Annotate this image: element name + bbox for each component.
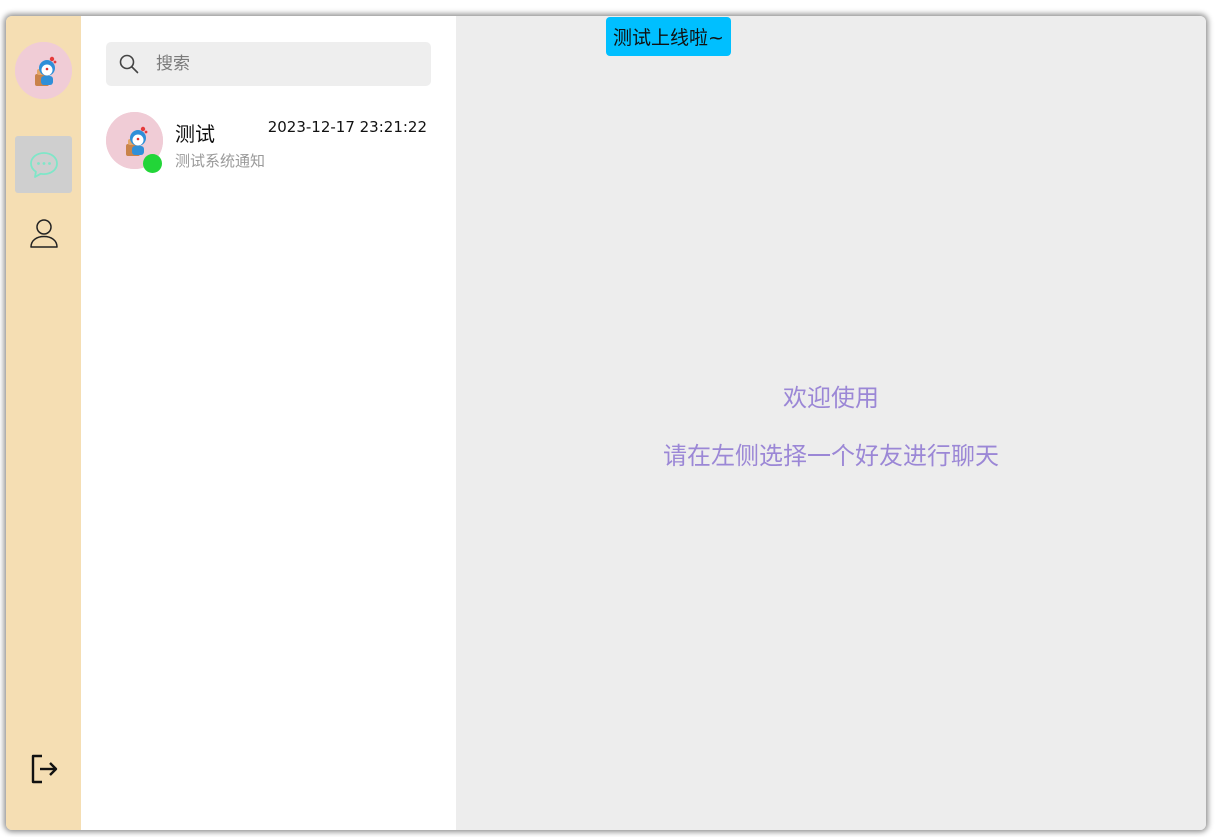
nav-contacts[interactable]: [15, 204, 72, 261]
session-name: 测试: [175, 122, 215, 146]
chat-main-area: 欢迎使用 请在左侧选择一个好友进行聊天: [456, 16, 1206, 830]
session-item[interactable]: 测试 2023-12-17 23:21:22 测试系统通知: [81, 104, 456, 182]
session-list-panel: 测试 2023-12-17 23:21:22 测试系统通知: [81, 16, 456, 830]
chat-bubble-icon: [29, 151, 58, 178]
online-status-dot: [143, 154, 162, 173]
logout-button[interactable]: [15, 740, 72, 797]
doraemon-avatar-icon: [15, 42, 72, 99]
session-time: 2023-12-17 23:21:22: [267, 118, 427, 136]
app-window: 测试 2023-12-17 23:21:22 测试系统通知 欢迎使用 请在左侧选…: [6, 16, 1206, 830]
session-preview: 测试系统通知: [175, 152, 266, 170]
search-input[interactable]: [156, 42, 416, 86]
user-icon: [29, 218, 58, 248]
nav-chat[interactable]: [15, 136, 72, 193]
welcome-title: 欢迎使用: [783, 384, 879, 412]
logout-icon: [31, 754, 57, 783]
user-avatar[interactable]: [15, 42, 72, 99]
search-icon: [119, 54, 139, 74]
toast-notification: 测试上线啦~: [606, 17, 731, 56]
search-box: [106, 42, 431, 86]
nav-rail: [6, 16, 81, 830]
welcome-subtitle: 请在左侧选择一个好友进行聊天: [663, 442, 999, 470]
